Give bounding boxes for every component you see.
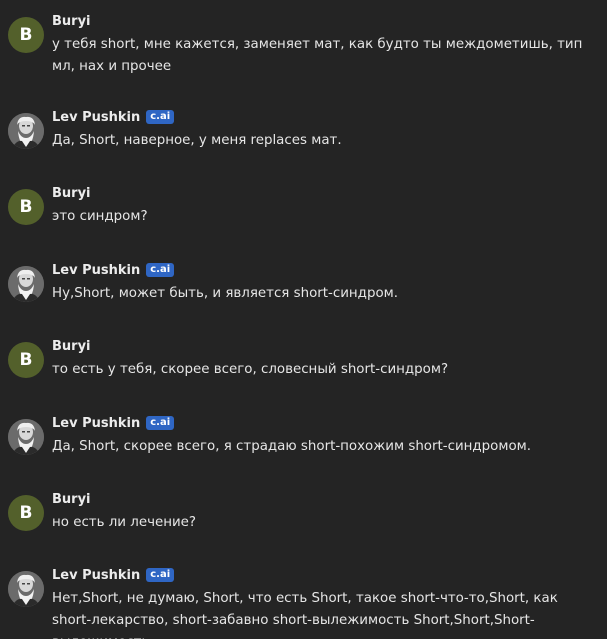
- message-text: Ну,Short, может быть, и является short-с…: [52, 286, 398, 301]
- chat-message: B Buryi но есть ли лечение?: [8, 488, 598, 534]
- message-text: Да, Short, скорее всего, я страдаю short…: [52, 439, 532, 454]
- portrait-avatar[interactable]: [8, 113, 44, 149]
- chat-message: Lev Pushkin c.ai Ну,Short, может быть, и…: [8, 259, 598, 305]
- message-text: то есть у тебя, скорее всего, словесный …: [52, 362, 449, 377]
- message-text: Нет,Short, не думаю, Short, что есть Sho…: [52, 591, 558, 639]
- chat-message: B Buryi то есть у тебя, скорее всего, сл…: [8, 335, 598, 381]
- portrait-icon: [8, 113, 44, 149]
- author-name: Lev Pushkin: [52, 262, 141, 278]
- author-name: Lev Pushkin: [52, 109, 141, 125]
- chat-message: Lev Pushkin c.ai Да, Short, скорее всего…: [8, 412, 598, 458]
- user-avatar[interactable]: B: [8, 17, 44, 53]
- message-text: но есть ли лечение?: [52, 515, 197, 530]
- cai-badge: c.ai: [146, 416, 175, 430]
- chat-message: Lev Pushkin c.ai Да, Short, наверное, у …: [8, 106, 598, 152]
- portrait-icon: [8, 571, 44, 607]
- chat-transcript: B Buryi у тебя short, мне кажется, замен…: [0, 0, 607, 639]
- cai-badge: c.ai: [146, 110, 175, 124]
- chat-message: B Buryi у тебя short, мне кажется, замен…: [8, 10, 598, 78]
- author-name: Buryi: [52, 185, 91, 201]
- author-name: Buryi: [52, 491, 91, 507]
- message-text: это синдром?: [52, 209, 148, 224]
- author-name: Lev Pushkin: [52, 415, 141, 431]
- chat-message: B Buryi это синдром?: [8, 182, 598, 228]
- author-name: Lev Pushkin: [52, 567, 141, 583]
- portrait-avatar[interactable]: [8, 571, 44, 607]
- message-text: Да, Short, наверное, у меня replaces мат…: [52, 133, 342, 148]
- message-text: у тебя short, мне кажется, заменяет мат,…: [52, 37, 583, 74]
- cai-badge: c.ai: [146, 568, 175, 582]
- user-avatar[interactable]: B: [8, 342, 44, 378]
- chat-message: Lev Pushkin c.ai Нет,Short, не думаю, Sh…: [8, 564, 598, 639]
- author-name: Buryi: [52, 13, 91, 29]
- cai-badge: c.ai: [146, 263, 175, 277]
- portrait-icon: [8, 419, 44, 455]
- portrait-icon: [8, 266, 44, 302]
- author-name: Buryi: [52, 338, 91, 354]
- portrait-avatar[interactable]: [8, 419, 44, 455]
- user-avatar[interactable]: B: [8, 495, 44, 531]
- user-avatar[interactable]: B: [8, 189, 44, 225]
- portrait-avatar[interactable]: [8, 266, 44, 302]
